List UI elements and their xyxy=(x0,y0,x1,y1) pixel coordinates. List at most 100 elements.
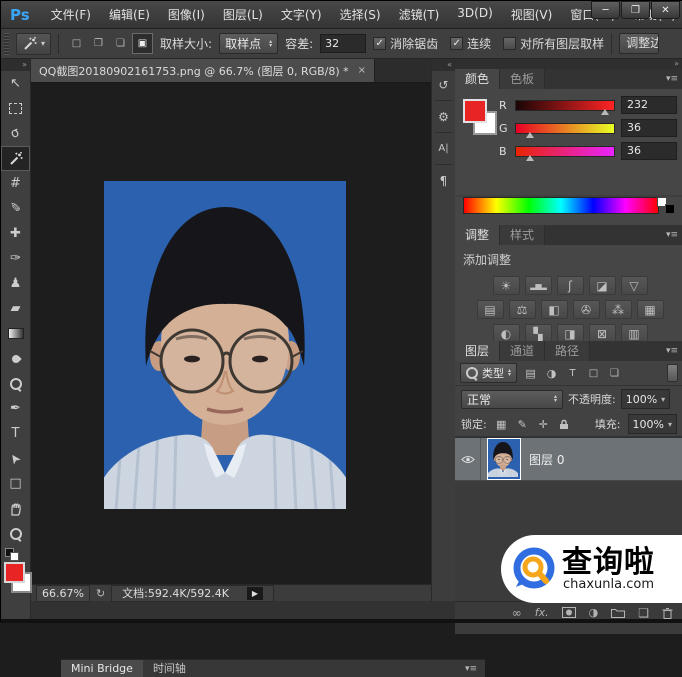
options-grip-handle[interactable] xyxy=(4,33,9,55)
tool-rectangle-shape[interactable]: □ xyxy=(1,471,30,496)
canvas[interactable] xyxy=(31,83,431,584)
new-selection-button[interactable]: □ xyxy=(66,33,87,54)
dock-history-panel[interactable]: ↺ xyxy=(432,71,455,98)
tool-hand[interactable] xyxy=(1,496,30,521)
hue-saturation-button[interactable]: ▤ xyxy=(477,300,504,319)
new-layer-button[interactable]: ❏ xyxy=(638,606,649,620)
menu-item-7[interactable]: 3D(D) xyxy=(448,6,501,23)
smart-object-filter-button[interactable]: ❏ xyxy=(606,365,623,382)
menu-item-4[interactable]: 文字(Y) xyxy=(272,6,331,23)
tool-clone-stamp[interactable]: ♟ xyxy=(1,271,30,296)
tool-brush[interactable]: ✑ xyxy=(1,246,30,271)
adjustment-layer-filter-button[interactable]: ◑ xyxy=(543,365,560,382)
color-balance-button[interactable]: ⚖ xyxy=(509,300,536,319)
adjustments-tab-0[interactable]: 调整 xyxy=(455,225,500,245)
panel-menu-icon[interactable]: ▾≡ xyxy=(666,230,678,240)
new-group-button[interactable] xyxy=(611,607,625,618)
menu-item-6[interactable]: 滤镜(T) xyxy=(390,6,449,23)
blend-mode-dropdown[interactable]: 正常 ▴▾ xyxy=(461,390,563,409)
tolerance-input[interactable]: 32 xyxy=(320,34,366,53)
tool-magic-wand[interactable] xyxy=(1,146,30,171)
curves-button[interactable]: ʃ xyxy=(557,276,584,295)
tool-blur[interactable] xyxy=(1,346,30,371)
tool-move[interactable]: ↖ xyxy=(1,71,30,96)
vibrance-button[interactable]: ▽ xyxy=(621,276,648,295)
document-tab[interactable]: QQ截图20180902161753.png @ 66.7% (图层 0, RG… xyxy=(31,59,375,82)
panel-menu-icon[interactable]: ▾≡ xyxy=(666,74,678,84)
menu-item-2[interactable]: 图像(I) xyxy=(159,6,214,23)
zoom-level[interactable]: 66.67% xyxy=(36,585,90,602)
color-tab-1[interactable]: 色板 xyxy=(500,69,545,89)
add-mask-button[interactable] xyxy=(562,607,576,618)
lock-transparency-button[interactable]: ▦ xyxy=(494,417,509,432)
color-spectrum-bar[interactable] xyxy=(463,197,659,214)
menu-item-1[interactable]: 编辑(E) xyxy=(100,6,159,23)
exposure-button[interactable]: ◪ xyxy=(589,276,616,295)
link-layers-button[interactable]: ∞ xyxy=(512,606,522,620)
checkbox-0[interactable]: ✓ xyxy=(373,37,386,50)
layer-style-fx-button[interactable]: fx. xyxy=(535,606,549,619)
shape-layer-filter-button[interactable]: □ xyxy=(585,365,602,382)
menu-item-5[interactable]: 选择(S) xyxy=(331,6,390,23)
menu-item-0[interactable]: 文件(F) xyxy=(42,6,100,23)
panel-menu-icon[interactable]: ▾≡ xyxy=(666,346,678,356)
slider-thumb-icon[interactable] xyxy=(526,155,534,161)
menu-item-3[interactable]: 图层(L) xyxy=(214,6,272,23)
collapse-panels-icon[interactable]: » xyxy=(455,59,682,69)
black-white-button[interactable]: ◧ xyxy=(541,300,568,319)
subtract-from-selection-button[interactable]: ❏ xyxy=(110,33,131,54)
expand-dock-icon[interactable]: « xyxy=(432,59,455,71)
tool-eyedropper[interactable]: ✐ xyxy=(1,196,30,221)
delete-layer-button[interactable] xyxy=(662,607,673,619)
swap-colors-icon[interactable] xyxy=(10,552,19,561)
color-lookup-button[interactable]: ▦ xyxy=(637,300,664,319)
layers-tab-1[interactable]: 通道 xyxy=(500,341,545,361)
slider-thumb-icon[interactable] xyxy=(526,132,534,138)
close-icon[interactable]: × xyxy=(358,65,366,76)
bottom-tab-0[interactable]: Mini Bridge xyxy=(61,660,143,677)
tool-zoom[interactable] xyxy=(1,521,30,546)
tool-dodge[interactable] xyxy=(1,371,30,396)
channel-value-R[interactable]: 232 xyxy=(621,96,677,114)
status-cycle-icon[interactable]: ↻ xyxy=(96,587,105,600)
channel-mixer-button[interactable]: ⁂ xyxy=(605,300,632,319)
type-layer-filter-button[interactable]: T xyxy=(564,365,581,382)
fill-dropdown[interactable]: 100% ▾ xyxy=(628,414,677,434)
black-swatch[interactable] xyxy=(665,204,675,214)
dock-paragraph-panel[interactable]: ¶ xyxy=(432,167,455,194)
foreground-color-swatch[interactable] xyxy=(4,562,25,583)
lock-all-button[interactable] xyxy=(557,417,572,432)
color-tab-0[interactable]: 颜色 xyxy=(455,69,500,89)
foreground-color-swatch[interactable] xyxy=(463,99,487,123)
dock-character-panel[interactable]: A| xyxy=(432,135,455,162)
refine-edge-button[interactable]: 调整边缘 xyxy=(619,33,659,54)
slider-thumb-icon[interactable] xyxy=(601,109,609,115)
tool-healing-brush[interactable]: ✚ xyxy=(1,221,30,246)
layers-tab-0[interactable]: 图层 xyxy=(455,341,500,361)
lock-paint-button[interactable]: ✎ xyxy=(515,417,530,432)
pixel-layer-filter-button[interactable]: ▤ xyxy=(522,365,539,382)
layer-filter-type-dropdown[interactable]: 类型 ▴▾ xyxy=(460,363,517,383)
sample-size-dropdown[interactable]: 取样点 ▴▾ xyxy=(219,33,278,54)
close-button[interactable]: ✕ xyxy=(651,1,680,19)
layer-thumbnail[interactable] xyxy=(487,438,521,480)
panel-menu-icon[interactable]: ▾≡ xyxy=(465,664,477,674)
tool-pen[interactable]: ✒ xyxy=(1,396,30,421)
tool-path-selection[interactable]: ➤ xyxy=(1,446,30,471)
lock-position-button[interactable]: ✛ xyxy=(536,417,551,432)
intersect-selection-button[interactable]: ▣ xyxy=(132,33,153,54)
collapse-tools-icon[interactable]: » xyxy=(1,59,30,71)
menu-item-8[interactable]: 视图(V) xyxy=(502,6,562,23)
active-tool-preview[interactable]: ▾ xyxy=(16,33,51,55)
channel-slider-G[interactable] xyxy=(515,123,615,134)
channel-slider-B[interactable] xyxy=(515,146,615,157)
checkbox-1[interactable]: ✓ xyxy=(450,37,463,50)
checkbox-2[interactable] xyxy=(503,37,516,50)
new-adjustment-button[interactable]: ◑ xyxy=(589,606,599,619)
dock-properties-panel[interactable]: ⚙ xyxy=(432,103,455,130)
tool-rectangular-marquee[interactable] xyxy=(1,96,30,121)
bottom-tab-1[interactable]: 时间轴 xyxy=(143,660,196,677)
adjustments-tab-1[interactable]: 样式 xyxy=(500,225,545,245)
channel-slider-R[interactable] xyxy=(515,100,615,111)
visibility-toggle[interactable] xyxy=(455,438,481,480)
